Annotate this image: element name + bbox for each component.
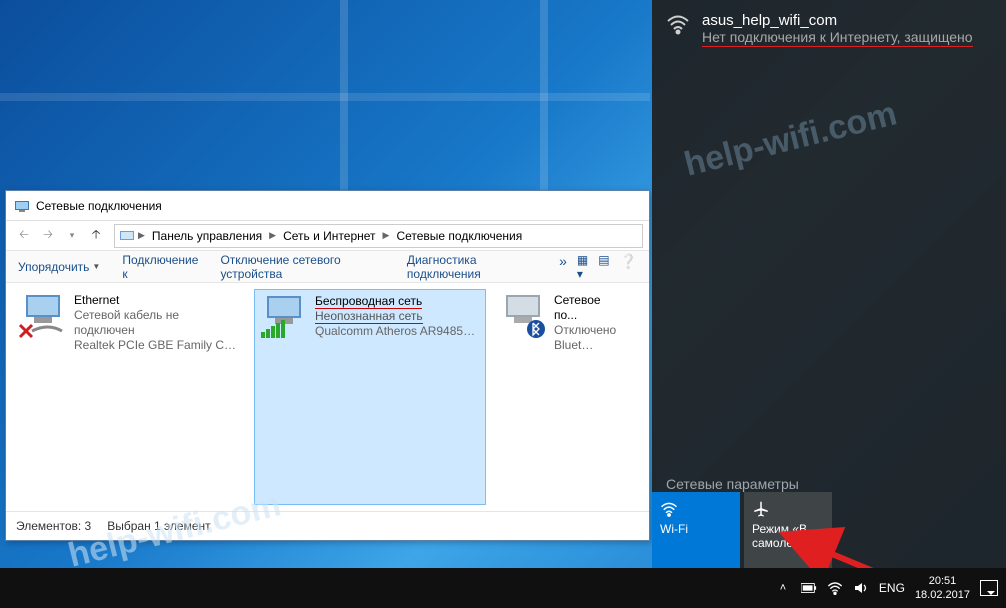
path-icon: [119, 228, 135, 244]
adapter-status: Неопознанная сеть: [315, 309, 423, 324]
breadcrumb[interactable]: Панель управления: [148, 229, 266, 243]
adapter-status: Сетевой кабель не подключен: [74, 308, 242, 338]
view-details-button[interactable]: ▤: [598, 253, 609, 281]
watermark: help-wifi.com: [681, 94, 901, 184]
disable-device-button[interactable]: Отключение сетевого устройства: [220, 253, 384, 281]
volume-icon[interactable]: [853, 580, 869, 596]
adapter-name: Ethernet: [74, 293, 242, 308]
chevron-right-icon: ▶: [380, 230, 393, 241]
system-tray: ˄ ENG 20:51 18.02.2017: [775, 574, 998, 602]
adapter-device: Qualcomm Atheros AR9485WB-E...: [315, 324, 481, 339]
breadcrumb[interactable]: Сеть и Интернет: [279, 229, 379, 243]
adapter-device: Realtek PCIe GBE Family Controller: [74, 338, 242, 353]
address-bar[interactable]: ▶ Панель управления ▶ Сеть и Интернет ▶ …: [114, 224, 643, 248]
adapter-bluetooth[interactable]: Сетевое по... Отключено Bluetooth D...: [494, 289, 604, 505]
bluetooth-adapter-icon: [498, 293, 548, 339]
clock-time: 20:51: [915, 574, 970, 588]
view-layout-button[interactable]: ▦ ▾: [577, 253, 588, 281]
chevron-down-icon: ▼: [92, 262, 100, 271]
toolbar: Упорядочить▼ Подключение к Отключение се…: [6, 251, 649, 283]
status-item-count: Элементов: 3: [16, 519, 91, 533]
adapter-ethernet[interactable]: Ethernet Сетевой кабель не подключен Rea…: [14, 289, 246, 505]
network-settings-link[interactable]: Сетевые параметры: [666, 476, 799, 492]
action-center-button[interactable]: [980, 580, 998, 596]
network-flyout: asus_help_wifi_com Нет подключения к Инт…: [652, 0, 1006, 568]
battery-icon[interactable]: [801, 580, 817, 596]
window-title: Сетевые подключения: [36, 199, 162, 213]
nav-back-button[interactable]: 🡠: [12, 224, 36, 248]
nav-forward-button: 🡢: [36, 224, 60, 248]
clock-date: 18.02.2017: [915, 588, 970, 602]
status-bar: Элементов: 3 Выбран 1 элемент: [6, 511, 649, 539]
current-network[interactable]: asus_help_wifi_com Нет подключения к Инт…: [652, 0, 1006, 59]
network-ssid: asus_help_wifi_com: [702, 12, 973, 29]
adapter-name: Сетевое по...: [554, 293, 600, 323]
language-indicator[interactable]: ENG: [879, 581, 905, 595]
wifi-icon: [660, 500, 678, 518]
airplane-mode-tile[interactable]: Режим «В самолете»: [744, 492, 832, 568]
airplane-icon: [752, 500, 770, 518]
window-icon: [14, 198, 30, 214]
tray-overflow-button[interactable]: ˄: [775, 580, 791, 596]
chevron-right-icon: ▶: [266, 230, 279, 241]
adapter-name: Беспроводная сеть: [315, 294, 422, 309]
wireless-adapter-icon: [259, 294, 309, 340]
help-button[interactable]: ❔: [620, 253, 637, 281]
chevron-right-icon: ▶: [135, 230, 148, 241]
diagnose-connection-button[interactable]: Диагностика подключения: [407, 253, 537, 281]
toolbar-more-button[interactable]: »: [559, 253, 567, 281]
ethernet-adapter-icon: [18, 293, 68, 339]
connect-to-button[interactable]: Подключение к: [122, 253, 198, 281]
wifi-toggle-tile[interactable]: Wi-Fi: [652, 492, 740, 568]
adapter-list: Ethernet Сетевой кабель не подключен Rea…: [6, 283, 649, 511]
tile-label: Режим «В самолете»: [752, 522, 824, 550]
status-selected-count: Выбран 1 элемент: [107, 519, 210, 533]
adapter-status: Отключено: [554, 323, 600, 338]
tile-label: Wi-Fi: [660, 522, 732, 536]
wifi-tray-icon[interactable]: [827, 580, 843, 596]
taskbar-clock[interactable]: 20:51 18.02.2017: [915, 574, 970, 602]
adapter-device: Bluetooth D...: [554, 338, 600, 353]
window-titlebar[interactable]: Сетевые подключения: [6, 191, 649, 221]
adapter-wireless[interactable]: Беспроводная сеть Неопознанная сеть Qual…: [254, 289, 486, 505]
wifi-icon: [666, 12, 690, 47]
breadcrumb[interactable]: Сетевые подключения: [392, 229, 526, 243]
network-status: Нет подключения к Интернету, защищено: [702, 29, 973, 47]
network-connections-window: Сетевые подключения 🡠 🡢 ▾ 🡡 ▶ Панель упр…: [5, 190, 650, 541]
taskbar: ˄ ENG 20:51 18.02.2017: [0, 568, 1006, 608]
organize-button[interactable]: Упорядочить▼: [18, 260, 100, 274]
quick-action-tiles: Wi-Fi Режим «В самолете»: [652, 492, 836, 568]
nav-row: 🡠 🡢 ▾ 🡡 ▶ Панель управления ▶ Сеть и Инт…: [6, 221, 649, 251]
nav-recent-button[interactable]: ▾: [60, 224, 84, 248]
nav-up-button[interactable]: 🡡: [84, 224, 108, 248]
